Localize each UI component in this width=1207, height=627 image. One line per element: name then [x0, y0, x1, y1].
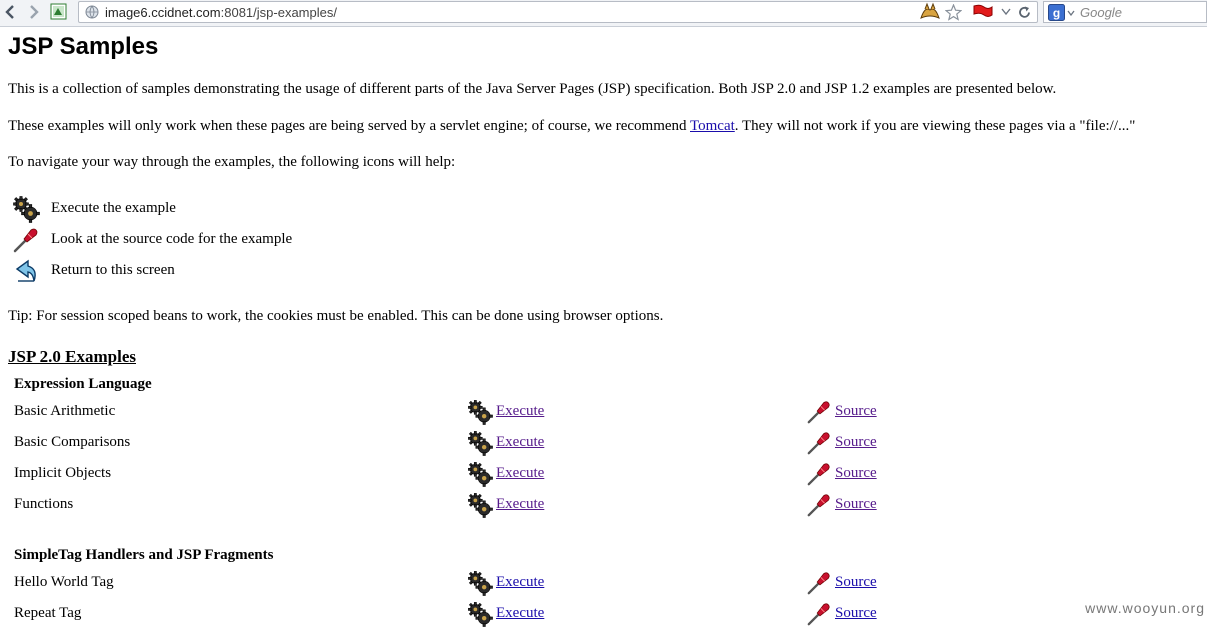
execute-link[interactable]: Execute [496, 465, 544, 482]
source-link[interactable]: Source [835, 496, 877, 513]
example-label: Implicit Objects [14, 465, 112, 481]
address-bar[interactable]: image6.ccidnet.com:8081/jsp-examples/ [78, 1, 1038, 23]
tomcat-link[interactable]: Tomcat [690, 118, 735, 134]
source-screwdriver-icon[interactable] [806, 570, 832, 596]
requirements-text-end: . They will not work if you are viewing … [734, 118, 1136, 134]
dropdown-icon[interactable] [1001, 8, 1011, 16]
forward-icon[interactable] [24, 3, 42, 21]
back-icon[interactable] [2, 3, 20, 21]
star-icon[interactable] [945, 4, 962, 21]
execute-gears-icon[interactable] [467, 399, 493, 425]
google-icon[interactable]: g [1048, 4, 1065, 21]
execute-link[interactable]: Execute [496, 403, 544, 420]
group-title: Expression Language [14, 376, 152, 392]
page-title: JSP Samples [8, 33, 159, 60]
tomcat-icon[interactable] [919, 2, 941, 22]
legend-execute-text: Execute the example [51, 200, 176, 216]
watermark: www.wooyun.org [1085, 600, 1205, 616]
source-link[interactable]: Source [835, 403, 877, 420]
source-link[interactable]: Source [835, 605, 877, 622]
search-engine-dropdown-icon[interactable] [1067, 10, 1075, 16]
execute-gears-icon[interactable] [467, 570, 493, 596]
section-title-jsp20: JSP 2.0 Examples [8, 347, 136, 366]
execute-link[interactable]: Execute [496, 496, 544, 513]
execute-link[interactable]: Execute [496, 605, 544, 622]
page-favicon[interactable] [50, 3, 67, 20]
execute-gears-icon[interactable] [467, 492, 493, 518]
search-box[interactable]: g Google [1043, 1, 1207, 23]
execute-gears-icon[interactable] [467, 461, 493, 487]
execute-link[interactable]: Execute [496, 574, 544, 591]
source-screwdriver-icon[interactable] [806, 461, 832, 487]
source-screwdriver-icon[interactable] [806, 399, 832, 425]
return-arrow-icon [12, 257, 40, 285]
svg-text:g: g [1053, 6, 1060, 20]
flag-icon[interactable] [972, 4, 994, 20]
search-placeholder: Google [1080, 5, 1122, 20]
source-link[interactable]: Source [835, 465, 877, 482]
requirements-text: These examples will only work when these… [8, 118, 690, 134]
gears-icon [12, 195, 40, 223]
execute-gears-icon[interactable] [467, 601, 493, 627]
tip-text: Tip: For session scoped beans to work, t… [8, 308, 664, 324]
source-link[interactable]: Source [835, 574, 877, 591]
example-label: Basic Comparisons [14, 434, 131, 450]
execute-link[interactable]: Execute [496, 434, 544, 451]
legend-return-text: Return to this screen [51, 262, 175, 278]
source-screwdriver-icon[interactable] [806, 492, 832, 518]
browser-toolbar: image6.ccidnet.com:8081/jsp-examples/ g … [0, 0, 1207, 27]
example-label: Hello World Tag [14, 574, 114, 590]
globe-icon [85, 5, 99, 19]
source-link[interactable]: Source [835, 434, 877, 451]
url-text: image6.ccidnet.com:8081/jsp-examples/ [105, 5, 337, 20]
group-title: SimpleTag Handlers and JSP Fragments [14, 547, 274, 563]
screwdriver-icon [12, 226, 40, 254]
intro-paragraph: This is a collection of samples demonstr… [8, 81, 1057, 97]
source-screwdriver-icon[interactable] [806, 601, 832, 627]
legend-source-text: Look at the source code for the example [51, 231, 293, 247]
example-label: Basic Arithmetic [14, 403, 116, 419]
reload-icon[interactable] [1017, 5, 1032, 20]
navigation-hint: To navigate your way through the example… [8, 154, 456, 170]
example-label: Functions [14, 496, 74, 512]
source-screwdriver-icon[interactable] [806, 430, 832, 456]
execute-gears-icon[interactable] [467, 430, 493, 456]
example-label: Repeat Tag [14, 605, 82, 621]
requirements-paragraph: These examples will only work when these… [8, 118, 1135, 135]
